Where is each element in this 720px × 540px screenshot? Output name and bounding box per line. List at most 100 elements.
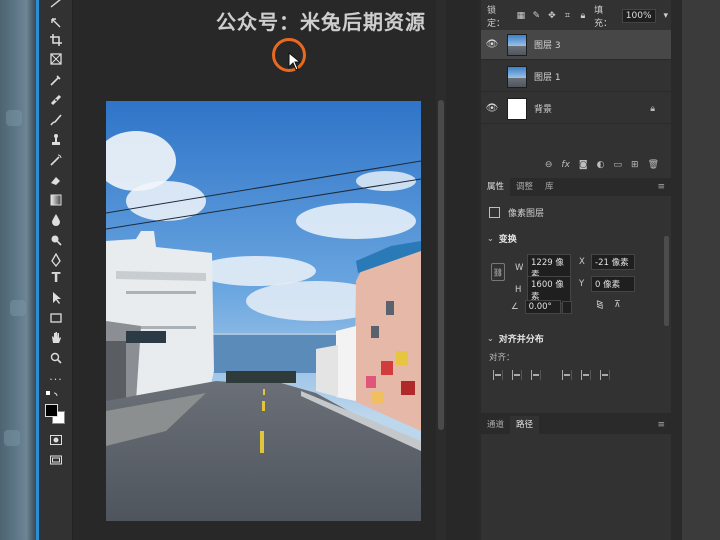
lock-position-icon[interactable]: ✥	[547, 10, 558, 22]
new-group-icon[interactable]: ▭	[614, 160, 623, 170]
align-vcenter-icon[interactable]	[581, 370, 591, 380]
align-right-icon[interactable]	[531, 370, 541, 380]
lock-image-icon[interactable]: ✎	[531, 10, 542, 22]
tab-properties[interactable]: 属性	[481, 178, 511, 196]
transform-title: 变换	[498, 235, 517, 245]
layer-type-label: 像素图层	[508, 209, 545, 219]
new-layer-icon[interactable]: ⊞	[631, 160, 639, 170]
tab-adjustments[interactable]: 调整	[510, 178, 539, 196]
fx-button[interactable]: fx	[561, 160, 570, 170]
chevron-down-icon: ⌄	[487, 234, 494, 243]
foreground-color-swatch[interactable]	[45, 404, 58, 417]
quickmask-icon[interactable]	[47, 432, 65, 448]
align-bottom-icon[interactable]	[600, 370, 610, 380]
tab-channels[interactable]: 通道	[481, 416, 510, 434]
trash-icon[interactable]: 🗑︎	[648, 160, 659, 170]
angle-input[interactable]: 0.00°	[524, 300, 561, 314]
tab-paths[interactable]: 路径	[510, 416, 540, 434]
adjustment-layer-icon[interactable]: ◐	[597, 160, 605, 170]
layer-thumbnail	[507, 97, 527, 120]
panel-menu-icon[interactable]: ≡	[657, 420, 665, 430]
channels-paths-panel: 通道 路径 ≡	[481, 416, 671, 540]
history-brush-icon[interactable]	[47, 152, 65, 168]
swap-colors-icon[interactable]	[43, 389, 61, 405]
frame-icon[interactable]	[47, 51, 65, 67]
fill-input[interactable]: 100%	[621, 9, 656, 23]
watermark-text: 公众号：米兔后期资源	[216, 10, 426, 34]
desktop-blur-shape	[6, 110, 22, 126]
layer-row[interactable]: 👁︎ 背景 🔒︎	[481, 94, 671, 124]
lock-icon: 🔒︎	[650, 103, 655, 114]
screenmode-icon[interactable]	[47, 452, 65, 468]
eye-icon[interactable]: 👁︎	[481, 39, 503, 50]
crop-icon[interactable]	[47, 32, 65, 48]
properties-tabs: 属性 调整 库 ≡	[481, 178, 671, 196]
healing-icon[interactable]	[47, 92, 65, 108]
hand-icon[interactable]	[47, 330, 65, 346]
dodge-icon[interactable]	[47, 232, 65, 248]
layer-row[interactable]: 图层 1	[481, 62, 671, 92]
fill-label: 填充：	[594, 6, 613, 29]
properties-panel: 属性 调整 库 ≡ 像素图层 ⌄ 变换 W 1229 像素 X -21 像素 ⛓…	[481, 178, 671, 413]
blur-icon[interactable]	[47, 212, 65, 228]
flip-horizontal-icon[interactable]: ⧎	[596, 300, 604, 310]
tools-panel: T ···	[39, 0, 73, 540]
brush-icon[interactable]	[47, 112, 65, 128]
lasso-icon[interactable]	[47, 15, 65, 31]
flip-vertical-icon[interactable]: ⊼	[614, 300, 621, 310]
lock-all-icon[interactable]: 🔒︎	[578, 10, 589, 22]
path-select-icon[interactable]	[47, 290, 65, 306]
more-icon[interactable]: ···	[47, 371, 65, 387]
canvas-vertical-scrollbar[interactable]	[436, 0, 446, 540]
panel-menu-icon[interactable]: ≡	[657, 182, 665, 192]
y-input[interactable]: 0 像素	[591, 276, 635, 292]
pen-icon[interactable]	[47, 252, 65, 268]
link-dimensions-icon[interactable]: ⛓︎	[491, 263, 505, 281]
x-input[interactable]: -21 像素	[591, 254, 635, 270]
y-field[interactable]: Y 0 像素	[579, 276, 635, 292]
layer-thumbnail	[507, 65, 527, 88]
document-photo[interactable]	[106, 101, 421, 521]
layers-lock-row: 锁定： ▦ ✎ ✥ ⌗ 🔒︎ 填充： 100% ▾	[481, 6, 672, 29]
type-icon[interactable]: T	[47, 270, 65, 286]
align-hcenter-icon[interactable]	[512, 370, 522, 380]
x-field[interactable]: X -21 像素	[579, 254, 635, 270]
angle-dropdown[interactable]	[561, 300, 572, 314]
mouse-cursor-icon	[288, 52, 302, 71]
y-label: Y	[579, 279, 585, 289]
align-label: 对齐：	[489, 353, 515, 363]
layer-thumbnail	[507, 33, 527, 56]
layer-name[interactable]: 图层 1	[534, 70, 561, 83]
align-title: 对齐并分布	[498, 335, 544, 345]
lock-artboard-icon[interactable]: ⌗	[562, 10, 573, 22]
channels-paths-tabs: 通道 路径 ≡	[481, 416, 671, 434]
scrollbar-thumb[interactable]	[438, 100, 444, 430]
layer-name[interactable]: 图层 3	[534, 38, 561, 51]
desktop-background-left	[0, 0, 38, 540]
desktop-blur-shape	[10, 300, 26, 316]
lock-label: 锁定：	[487, 6, 506, 29]
shape-icon[interactable]	[47, 310, 65, 326]
transform-section-header[interactable]: ⌄ 变换	[487, 232, 517, 245]
angle-field[interactable]: ∠ 0.00°	[511, 300, 572, 314]
panel-dock-gutter	[682, 0, 720, 540]
align-left-icon[interactable]	[493, 370, 503, 380]
properties-scrollbar[interactable]	[664, 236, 669, 326]
link-layers-icon[interactable]: ⊖	[545, 160, 553, 170]
add-mask-icon[interactable]: ◙	[579, 160, 588, 170]
eyedropper-icon[interactable]	[47, 72, 65, 88]
stamp-icon[interactable]	[47, 132, 65, 148]
eye-icon[interactable]: 👁︎	[481, 103, 503, 114]
marquee-icon[interactable]	[47, 0, 65, 12]
layer-row[interactable]: 👁︎ 图层 3	[481, 30, 671, 60]
eraser-icon[interactable]	[47, 172, 65, 188]
gradient-icon[interactable]	[47, 192, 65, 208]
align-top-icon[interactable]	[562, 370, 572, 380]
tab-libraries[interactable]: 库	[539, 178, 560, 196]
zoom-icon[interactable]	[47, 350, 65, 366]
lock-transparent-icon[interactable]: ▦	[516, 10, 527, 22]
layer-name[interactable]: 背景	[534, 102, 552, 115]
align-section-header[interactable]: ⌄ 对齐并分布	[487, 332, 544, 345]
chevron-down-icon[interactable]: ▾	[661, 10, 672, 22]
chevron-down-icon: ⌄	[487, 334, 494, 343]
